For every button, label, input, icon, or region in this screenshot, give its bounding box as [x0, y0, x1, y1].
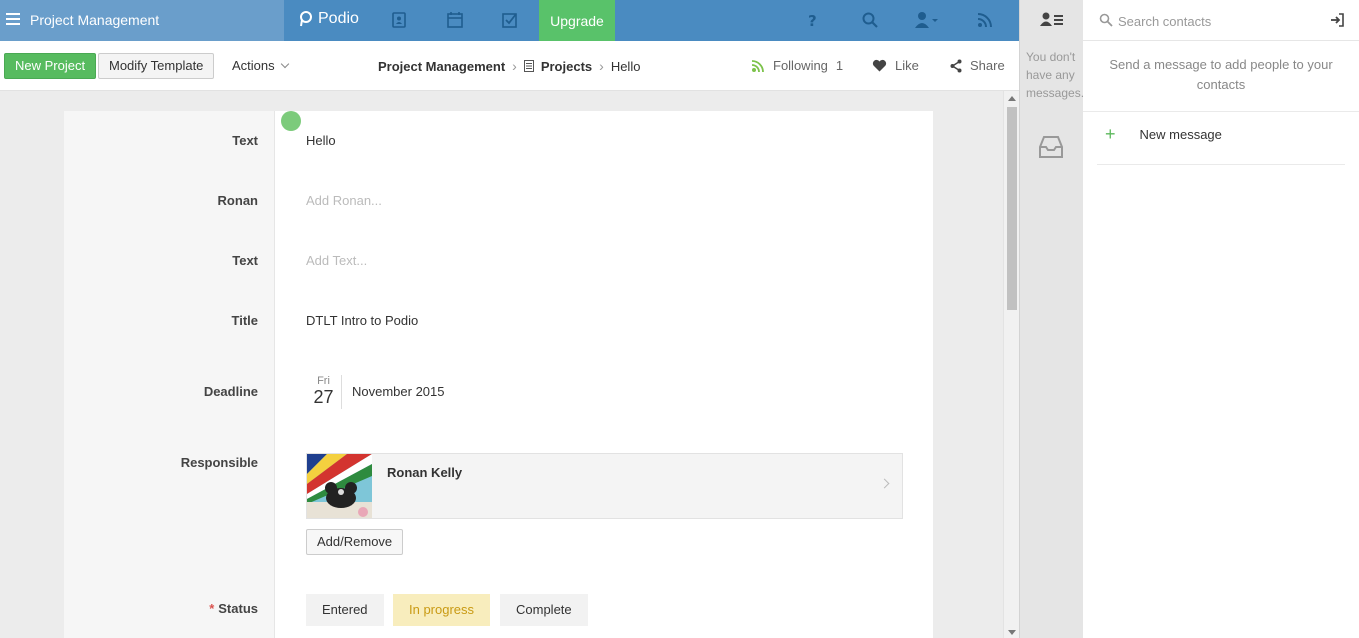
field-input-text-2[interactable]: Add Text...: [306, 253, 367, 268]
scrollbar-thumb[interactable]: [1007, 107, 1017, 310]
like-label: Like: [895, 58, 919, 73]
breadcrumb-app[interactable]: Projects: [541, 59, 592, 74]
chevron-right-icon: ›: [512, 58, 517, 74]
workspace-switcher[interactable]: Project Management: [0, 0, 284, 41]
share-icon: [950, 59, 962, 72]
new-message-button[interactable]: + New message: [1105, 124, 1222, 144]
contacts-book-icon[interactable]: [390, 11, 408, 29]
inbox-icon[interactable]: [1038, 135, 1064, 159]
new-message-label: New message: [1139, 126, 1222, 142]
help-icon[interactable]: ?: [804, 11, 822, 29]
following-count: 1: [835, 58, 844, 73]
field-label-text: Text: [232, 133, 258, 148]
avatar: [307, 454, 372, 518]
contacts-list-icon: [1040, 12, 1063, 26]
new-project-button[interactable]: New Project: [4, 53, 97, 79]
responsible-contact-card[interactable]: Ronan Kelly: [306, 453, 903, 519]
deadline-month-year[interactable]: November 2015: [352, 384, 445, 399]
field-label-title: Title: [231, 313, 259, 328]
actions-dropdown[interactable]: Actions: [232, 58, 289, 73]
contacts-search-bar: [1083, 0, 1359, 41]
chevron-right-icon: ›: [599, 58, 604, 74]
contacts-tab[interactable]: [1020, 0, 1084, 41]
share-label: Share: [970, 58, 1005, 73]
field-label-ronan: Ronan: [217, 193, 258, 208]
field-label-deadline: Deadline: [203, 384, 258, 399]
messaging-side-strip: You don't have any messages.: [1019, 0, 1085, 638]
add-remove-button[interactable]: Add/Remove: [306, 529, 404, 555]
breadcrumb-item: Hello: [610, 58, 641, 74]
scroll-up-arrow-icon[interactable]: [1008, 96, 1016, 101]
following-button[interactable]: Following 1: [751, 58, 843, 73]
podio-logo[interactable]: Podio: [299, 10, 359, 28]
workspace-title[interactable]: Project Management: [30, 12, 159, 28]
podio-logo-icon: [300, 11, 312, 27]
tasks-check-icon[interactable]: [501, 11, 519, 29]
item-toolbar: New Project Modify Template Actions Proj…: [0, 41, 1019, 91]
status-label-text: Status: [218, 601, 258, 616]
field-label-column: [64, 111, 275, 638]
search-icon: [1099, 13, 1113, 27]
upgrade-button[interactable]: Upgrade: [539, 0, 615, 41]
close-panel-icon[interactable]: [1329, 12, 1345, 28]
modify-template-button[interactable]: Modify Template: [98, 53, 215, 79]
activity-feed-icon[interactable]: [976, 11, 994, 29]
contacts-panel: Send a message to add people to your con…: [1083, 0, 1359, 638]
divider: [1083, 111, 1359, 112]
top-navigation-bar: Project Management Podio Upgrade ?: [0, 0, 1019, 41]
contacts-hint: Send a message to add people to your con…: [1109, 57, 1333, 92]
like-button[interactable]: Like: [872, 58, 919, 73]
deadline-day: 27: [313, 387, 334, 407]
rss-icon: [751, 59, 764, 72]
deadline-date-badge[interactable]: Fri 27: [306, 375, 342, 409]
field-label-responsible: Responsible: [180, 455, 258, 470]
user-menu-icon[interactable]: [914, 11, 938, 29]
breadcrumb-workspace[interactable]: Project Management: [378, 59, 505, 74]
status-indicator-dot: [281, 111, 301, 131]
responsible-name: Ronan Kelly: [387, 465, 463, 480]
breadcrumb: Project Management › Projects › Hello: [378, 58, 640, 74]
item-card: Text Hello Ronan Add Ronan... Text Add T…: [64, 111, 933, 638]
field-value-title[interactable]: DTLT Intro to Podio: [306, 313, 418, 328]
status-option-in-progress[interactable]: In progress: [393, 594, 491, 626]
page-scrollbar[interactable]: [1003, 91, 1019, 638]
search-icon[interactable]: [861, 11, 879, 29]
status-option-complete[interactable]: Complete: [500, 594, 588, 626]
field-label-text-2: Text: [232, 253, 258, 268]
podio-logo-text: Podio: [318, 10, 359, 27]
divider: [1097, 164, 1345, 165]
required-mark: *: [209, 601, 215, 616]
search-contacts-input[interactable]: [1118, 11, 1318, 31]
heart-icon: [872, 59, 887, 72]
field-input-ronan[interactable]: Add Ronan...: [306, 193, 382, 208]
chevron-down-icon: [280, 59, 289, 69]
plus-icon: +: [1105, 124, 1116, 144]
menu-icon[interactable]: [6, 13, 20, 25]
deadline-day-of-week: Fri: [317, 375, 330, 387]
following-label: Following: [773, 58, 828, 73]
no-messages-note: You don't have any messages.: [1026, 50, 1085, 100]
status-option-entered[interactable]: Entered: [306, 594, 384, 626]
scroll-down-arrow-icon[interactable]: [1008, 630, 1016, 635]
calendar-icon[interactable]: [446, 11, 464, 29]
field-value-text[interactable]: Hello: [306, 133, 336, 148]
chevron-right-icon: [879, 478, 890, 489]
share-button[interactable]: Share: [950, 58, 1005, 73]
svg-text:?: ?: [808, 12, 817, 29]
actions-label: Actions: [232, 58, 275, 73]
field-label-status: * Status: [64, 601, 258, 616]
app-document-icon: [523, 60, 534, 72]
